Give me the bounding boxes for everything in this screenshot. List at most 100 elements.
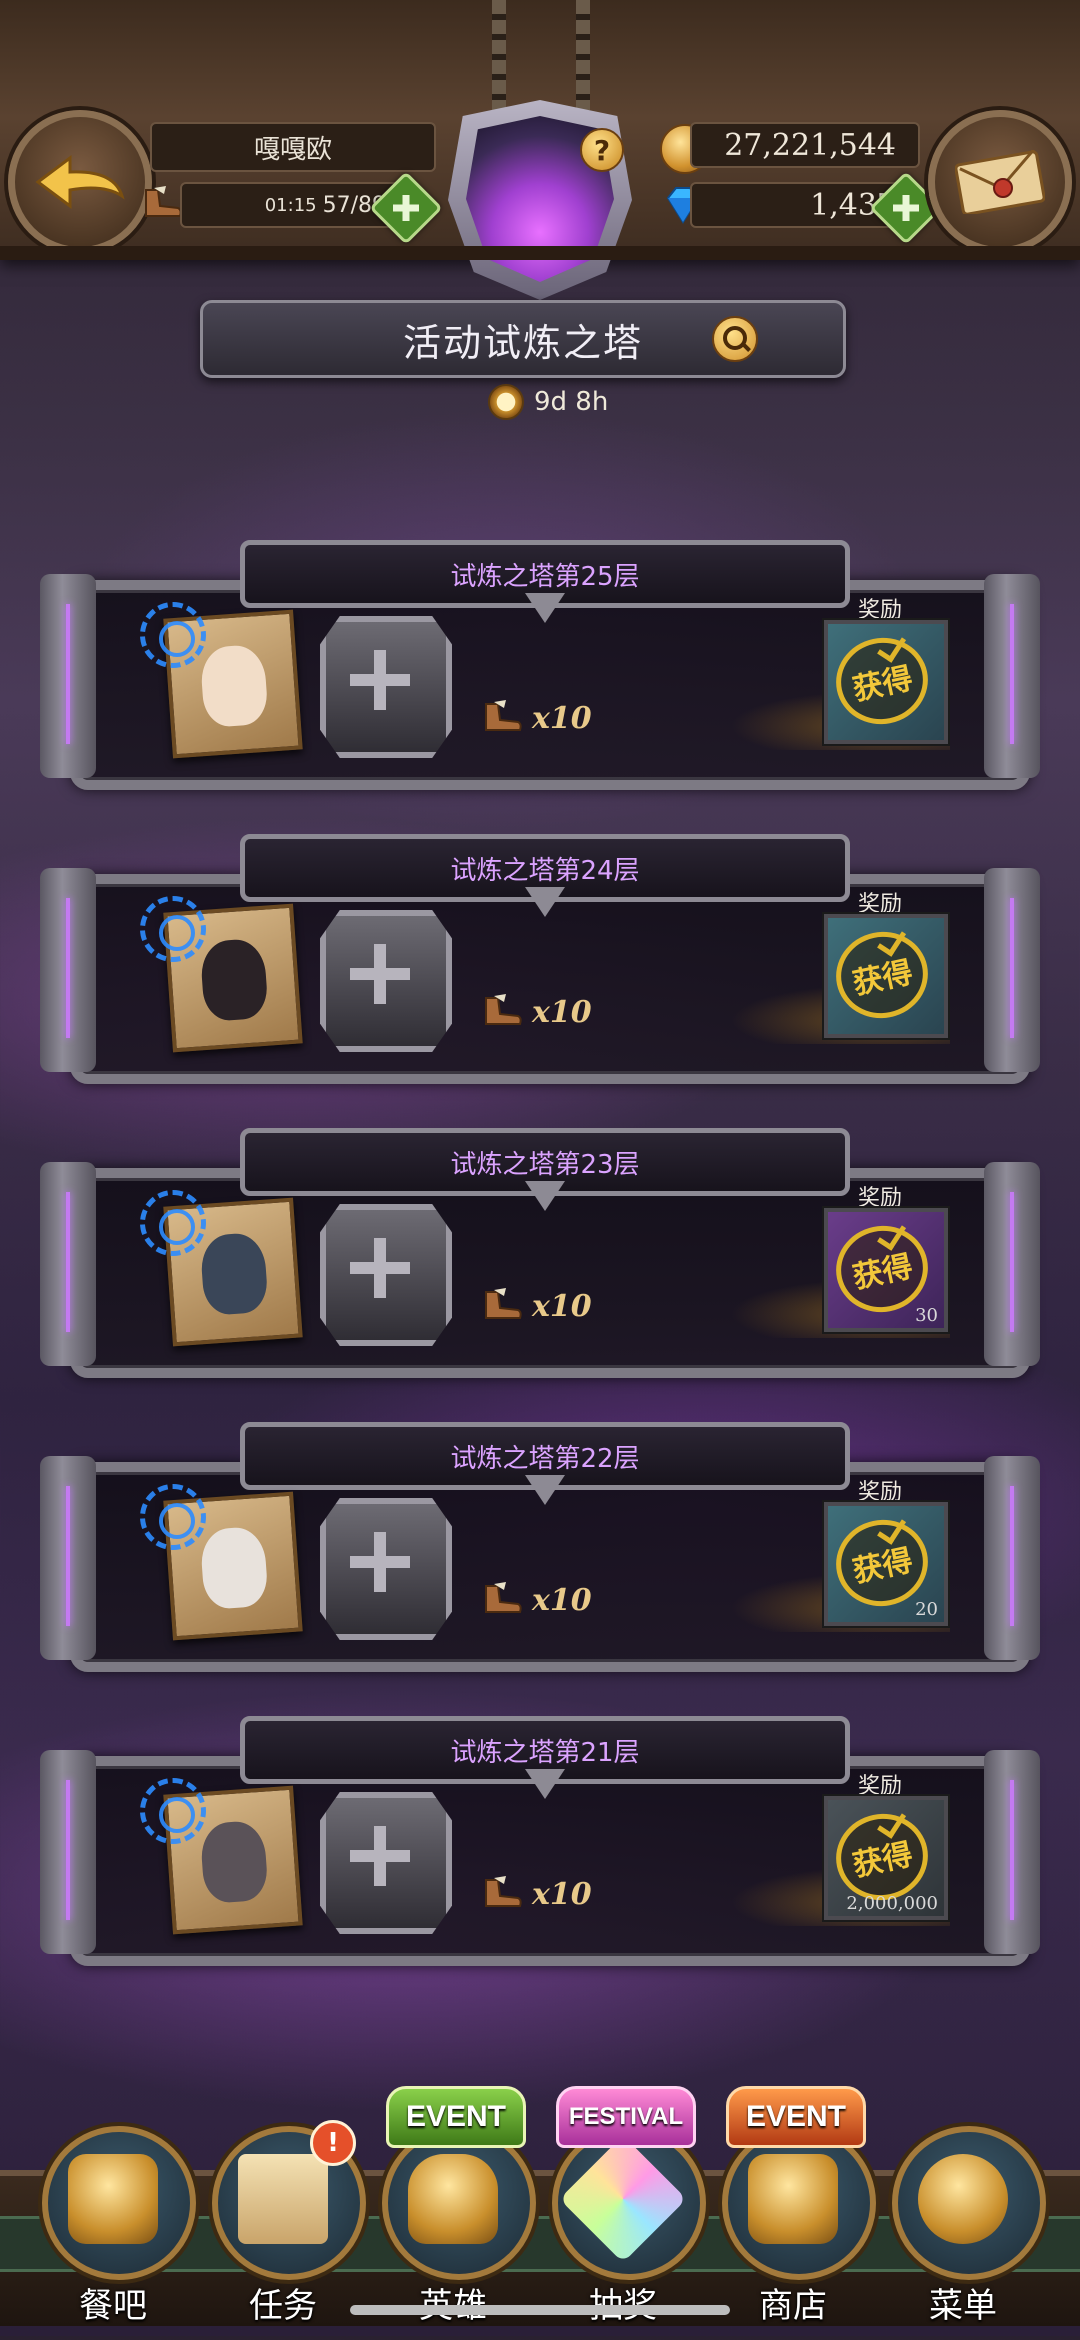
nav-label: 菜单 [929, 2286, 997, 2326]
stamina-cost: x10 [480, 1876, 592, 1912]
floor-title: 试炼之塔第21层 [240, 1716, 850, 1784]
stamina-cost: x10 [480, 1288, 592, 1324]
stamp-text: 获得 [849, 1837, 916, 1884]
crest-cross-icon [350, 944, 410, 1004]
time-left: 9d 8h [534, 387, 609, 417]
stone-pillar-left [40, 1750, 96, 1954]
nav-quests[interactable]: ! 任务 [198, 2080, 368, 2340]
crest-cross-icon [350, 1826, 410, 1886]
search-handle [741, 342, 751, 352]
stamp-text: 获得 [849, 1249, 916, 1296]
floor-card-22[interactable]: 试炼之塔第22层 x10 奖励 获得 20 [40, 1422, 1040, 1672]
top-bar: 嘎嘎欧 01:15 57/89 ? 27,221,544 1,437 [0, 0, 1080, 300]
cleared-seal-icon [140, 896, 206, 962]
reward-item[interactable]: 获得 30 [824, 1208, 948, 1332]
crest-cross-icon [350, 650, 410, 710]
boot-icon [485, 1876, 522, 1907]
shop-sign-icon [748, 2154, 838, 2244]
cleared-seal-icon [140, 1190, 206, 1256]
nav-label: 商店 [759, 2286, 827, 2326]
back-arrow-icon [34, 152, 126, 212]
scroll-icon [238, 2154, 328, 2244]
gear-hammer-icon [918, 2154, 1008, 2244]
event-tag: EVENT [726, 2086, 866, 2148]
cleared-seal-icon [140, 1778, 206, 1844]
nav-draw[interactable]: FESTIVAL 抽奖 [538, 2080, 708, 2340]
reward-item[interactable]: 获得 20 [824, 1502, 948, 1626]
obtained-stamp: 获得 [828, 923, 936, 1027]
chain-decoration [576, 0, 590, 110]
cleared-seal-icon [140, 602, 206, 668]
reward-quantity: 30 [915, 1305, 938, 1326]
reward-item[interactable]: 获得 [824, 914, 948, 1038]
crest-cross-icon [350, 1532, 410, 1592]
boot-icon [485, 1288, 522, 1319]
crest-cross-icon [350, 1238, 410, 1298]
search-icon[interactable] [712, 316, 758, 362]
stamp-text: 获得 [849, 1543, 916, 1590]
stone-pillar-left [40, 1162, 96, 1366]
reward-quantity: 2,000,000 [846, 1893, 938, 1914]
stamp-text: 获得 [849, 955, 916, 1002]
boot-icon [485, 994, 522, 1025]
floor-title: 试炼之塔第24层 [240, 834, 850, 902]
cost-value: x10 [532, 994, 592, 1030]
stone-pillar-right [984, 1162, 1040, 1366]
obtained-stamp: 获得 [828, 629, 936, 733]
home-indicator[interactable] [350, 2305, 730, 2315]
floor-card-21[interactable]: 试炼之塔第21层 x10 奖励 获得 2,000,000 [40, 1716, 1040, 1966]
nav-label: 任务 [249, 2286, 317, 2326]
reward-quantity: 20 [915, 1599, 938, 1620]
boot-icon [485, 1582, 522, 1613]
stone-pillar-right [984, 1456, 1040, 1660]
stone-pillar-right [984, 868, 1040, 1072]
mail-icon [955, 150, 1045, 214]
reward-item[interactable]: 获得 [824, 620, 948, 744]
stamina-cost: x10 [480, 700, 592, 736]
floor-title: 试炼之塔第25层 [240, 540, 850, 608]
reward-item[interactable]: 获得 2,000,000 [824, 1796, 948, 1920]
floor-card-23[interactable]: 试炼之塔第23层 x10 奖励 获得 30 [40, 1128, 1040, 1378]
page-title: 活动试炼之塔 [402, 320, 643, 365]
stone-pillar-left [40, 574, 96, 778]
back-button[interactable] [8, 110, 152, 254]
floor-title: 试炼之塔第23层 [240, 1128, 850, 1196]
stamp-text: 获得 [849, 661, 916, 708]
stamina-timer: 01:15 [264, 194, 317, 216]
stone-pillar-right [984, 1750, 1040, 1954]
chain-decoration [492, 0, 506, 110]
floor-card-24[interactable]: 试炼之塔第24层 x10 奖励 获得 [40, 834, 1040, 1084]
floor-card-25[interactable]: 试炼之塔第25层 x10 奖励 获得 [40, 540, 1040, 790]
boot-icon [485, 700, 522, 731]
mail-button[interactable] [928, 110, 1072, 254]
knight-helmet-icon [408, 2154, 498, 2244]
stamina-cost: x10 [480, 1582, 592, 1618]
nav-tavern[interactable]: 餐吧 [28, 2080, 198, 2340]
help-icon[interactable]: ? [580, 128, 624, 172]
cleared-seal-icon [140, 1484, 206, 1550]
nav-heroes[interactable]: EVENT 英雄 [368, 2080, 538, 2340]
alert-badge: ! [310, 2120, 356, 2166]
clock-icon [488, 384, 524, 420]
event-timer: 9d 8h [488, 384, 608, 420]
bottom-nav: 餐吧 ! 任务 EVENT 英雄 FESTIVAL 抽奖 EVENT 商店 菜单 [0, 2040, 1080, 2336]
event-tag: FESTIVAL [556, 2086, 696, 2148]
cost-value: x10 [532, 1288, 592, 1324]
event-tag: EVENT [386, 2086, 526, 2148]
nav-menu[interactable]: 菜单 [878, 2080, 1048, 2340]
nav-label: 英雄 [368, 2278, 538, 2327]
nav-shop[interactable]: EVENT 商店 [708, 2080, 878, 2340]
stone-pillar-left [40, 1456, 96, 1660]
player-name: 嘎嘎欧 [150, 122, 436, 172]
cost-value: x10 [532, 1876, 592, 1912]
stone-pillar-left [40, 868, 96, 1072]
stamina-cost: x10 [480, 994, 592, 1030]
cost-value: x10 [532, 1582, 592, 1618]
nav-label: 抽奖 [538, 2278, 708, 2327]
stone-pillar-right [984, 574, 1040, 778]
cost-value: x10 [532, 700, 592, 736]
tavern-icon [68, 2154, 158, 2244]
boot-icon [145, 186, 182, 217]
gold-amount: 27,221,544 [690, 122, 920, 168]
floor-title: 试炼之塔第22层 [240, 1422, 850, 1490]
